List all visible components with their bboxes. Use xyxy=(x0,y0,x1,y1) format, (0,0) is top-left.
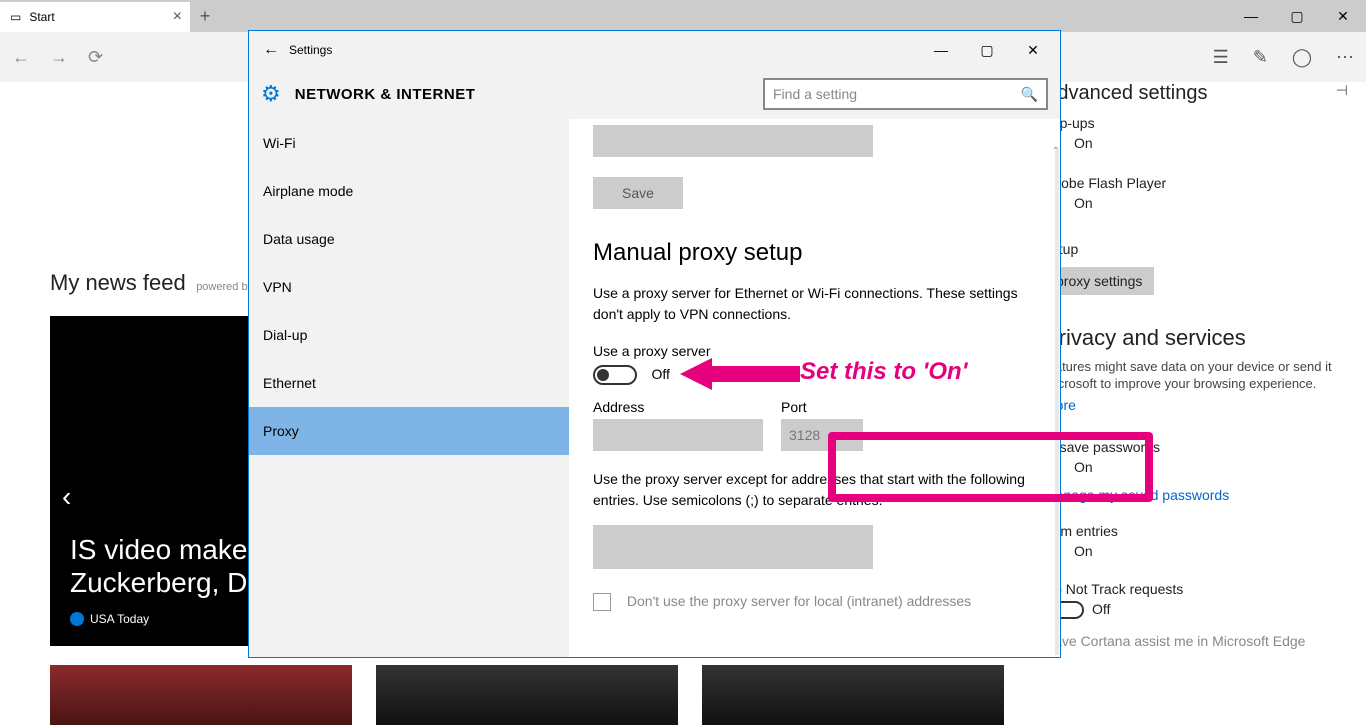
sidebar-item-airplane[interactable]: Airplane mode xyxy=(249,167,569,215)
script-address-input[interactable] xyxy=(593,125,873,157)
news-feed-title: My news feed xyxy=(50,270,186,295)
sidebar-item-ethernet[interactable]: Ethernet xyxy=(249,359,569,407)
adv-settings-title: Advanced settings xyxy=(1044,82,1207,104)
page-icon: ▭ xyxy=(10,10,21,24)
news-thumb[interactable] xyxy=(702,665,1004,725)
manual-proxy-heading: Manual proxy setup xyxy=(593,239,1036,267)
tab-title: Start xyxy=(29,10,54,24)
privacy-heading: Privacy and services xyxy=(1044,325,1348,351)
settings-maximize-button[interactable]: ▢ xyxy=(964,35,1010,65)
exceptions-input[interactable] xyxy=(593,525,873,569)
popups-label: pop-ups xyxy=(1044,115,1348,131)
source-logo-icon xyxy=(70,612,84,626)
news-source: USA Today xyxy=(90,612,149,626)
search-placeholder: Find a setting xyxy=(773,86,857,102)
window-title: Settings xyxy=(289,43,332,57)
search-icon: 🔍 xyxy=(1021,86,1038,103)
sidebar-item-datausage[interactable]: Data usage xyxy=(249,215,569,263)
edge-close-button[interactable]: ✕ xyxy=(1320,0,1366,32)
local-checkbox[interactable] xyxy=(593,593,611,611)
flash-value: On xyxy=(1074,195,1348,211)
settings-content: Save Manual proxy setup Use a proxy serv… xyxy=(569,119,1060,657)
chevron-left-icon[interactable]: ‹ xyxy=(62,481,71,513)
search-input[interactable]: Find a setting 🔍 xyxy=(763,78,1048,110)
setup-label: setup xyxy=(1044,241,1348,257)
pin-icon[interactable]: ⊣ xyxy=(1336,82,1348,99)
settings-minimize-button[interactable]: — xyxy=(918,35,964,65)
use-proxy-label: Use a proxy server xyxy=(593,343,1036,359)
new-tab-button[interactable]: + xyxy=(190,6,220,27)
settings-window: ← Settings — ▢ ✕ ⚙ NETWORK & INTERNET Fi… xyxy=(248,30,1061,658)
manual-proxy-desc: Use a proxy server for Ethernet or Wi-Fi… xyxy=(593,283,1036,325)
address-input[interactable] xyxy=(593,419,763,451)
form-value: On xyxy=(1074,543,1348,559)
sidebar-item-wifi[interactable]: Wi-Fi xyxy=(249,119,569,167)
address-label: Address xyxy=(593,399,763,415)
reading-view-icon[interactable]: ☰ xyxy=(1213,47,1229,68)
tab-close-icon[interactable]: × xyxy=(173,8,182,26)
edge-minimize-button[interactable]: — xyxy=(1228,0,1274,32)
news-thumb[interactable] xyxy=(376,665,678,725)
edge-maximize-button[interactable]: ▢ xyxy=(1274,0,1320,32)
gear-icon: ⚙ xyxy=(261,81,281,107)
note-icon[interactable]: ✎ xyxy=(1253,47,1268,68)
more-icon[interactable]: ⋯ xyxy=(1336,47,1354,68)
settings-back-button[interactable]: ← xyxy=(253,41,289,59)
popups-value: On xyxy=(1074,135,1348,151)
local-label: Don't use the proxy server for local (in… xyxy=(627,593,971,609)
settings-close-button[interactable]: ✕ xyxy=(1010,35,1056,65)
port-label: Port xyxy=(781,399,863,415)
use-proxy-toggle[interactable] xyxy=(593,365,637,385)
privacy-desc: features might save data on your device … xyxy=(1044,359,1348,393)
annotation-highlight xyxy=(828,432,1153,502)
refresh-icon[interactable]: ⟳ xyxy=(88,47,103,68)
flash-label: Adobe Flash Player xyxy=(1044,175,1348,191)
scrollbar[interactable] xyxy=(1055,149,1059,655)
cortana-label: Have Cortana assist me in Microsoft Edge xyxy=(1044,633,1348,649)
forward-icon[interactable]: → xyxy=(50,47,68,68)
settings-sidebar: Wi-Fi Airplane mode Data usage VPN Dial-… xyxy=(249,119,569,657)
dnt-label: Do Not Track requests xyxy=(1044,581,1348,597)
dnt-value: Off xyxy=(1092,601,1110,617)
news-thumb[interactable] xyxy=(50,665,352,725)
browser-tab[interactable]: ▭ Start × xyxy=(0,2,190,32)
category-title: NETWORK & INTERNET xyxy=(295,86,476,103)
form-label: form entries xyxy=(1044,523,1348,539)
sidebar-item-proxy[interactable]: Proxy xyxy=(249,407,569,455)
sidebar-item-vpn[interactable]: VPN xyxy=(249,263,569,311)
sidebar-item-dialup[interactable]: Dial-up xyxy=(249,311,569,359)
save-script-button[interactable]: Save xyxy=(593,177,683,209)
back-icon[interactable]: ← xyxy=(12,47,30,68)
share-icon[interactable]: ◯ xyxy=(1292,47,1312,68)
toggle-state: Off xyxy=(651,366,669,382)
